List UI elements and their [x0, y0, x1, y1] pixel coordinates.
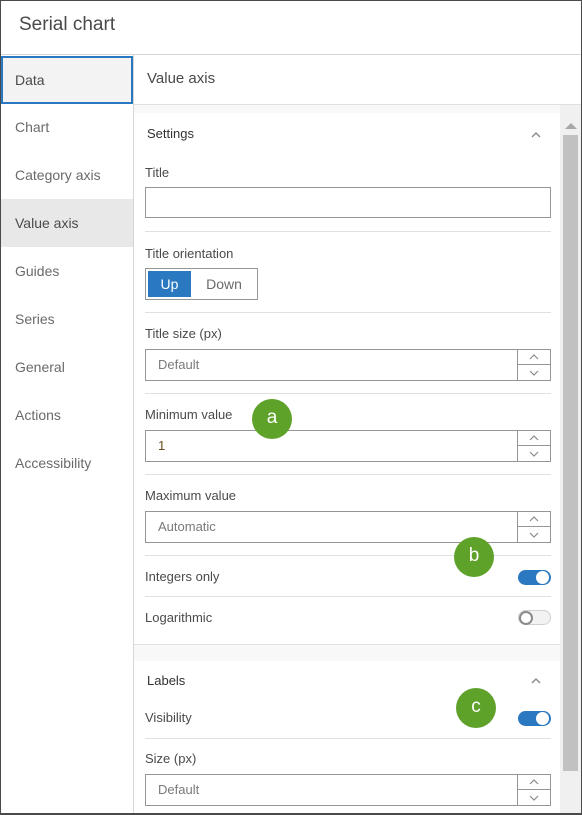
divider	[145, 312, 551, 313]
orientation-down-button[interactable]: Down	[193, 271, 255, 297]
scrollbar-thumb[interactable]	[563, 135, 578, 771]
vertical-scrollbar[interactable]	[560, 105, 581, 813]
logarithmic-label: Logarithmic	[145, 610, 213, 625]
sidebar-item-series[interactable]: Series	[1, 295, 133, 343]
label-size-spinner	[517, 775, 550, 805]
sidebar-item-general[interactable]: General	[1, 343, 133, 391]
minimum-value-input[interactable]: 1	[145, 430, 551, 462]
maximum-value-label: Maximum value	[145, 488, 237, 503]
logarithmic-toggle[interactable]	[518, 610, 551, 625]
sidebar-item-value-axis[interactable]: Value axis	[1, 199, 133, 247]
divider	[145, 738, 551, 739]
label-size-placeholder: Default	[158, 782, 200, 797]
main-panel: Value axis Settings Title Title orientat…	[134, 55, 581, 813]
decrement-button[interactable]	[518, 790, 550, 805]
title-orientation-segmented-control: Up Down	[145, 268, 258, 300]
divider	[145, 474, 551, 475]
sidebar-item-actions[interactable]: Actions	[1, 391, 133, 439]
chevron-up-icon[interactable]	[530, 676, 542, 686]
settings-section-title: Settings	[147, 126, 194, 141]
chevron-down-icon	[529, 532, 539, 538]
callout-badge-b: b	[454, 537, 494, 577]
decrement-button[interactable]	[518, 446, 550, 461]
callout-badge-a: a	[252, 399, 292, 439]
sidebar-item-chart[interactable]: Chart	[1, 103, 133, 151]
sidebar-nav: Data Chart Category axis Value axis Guid…	[1, 55, 134, 813]
minimum-value-label: Minimum value	[145, 407, 233, 422]
minimum-value-spinner	[517, 431, 550, 461]
labels-section: Labels Visibility Size (px) Default	[134, 661, 560, 813]
settings-section: Settings Title Title orientation Up Down…	[134, 113, 560, 645]
sidebar-item-data[interactable]: Data	[1, 56, 133, 104]
chevron-up-icon	[529, 435, 539, 441]
decrement-button[interactable]	[518, 365, 550, 380]
integers-only-toggle[interactable]	[518, 570, 551, 585]
maximum-value-spinner	[517, 512, 550, 542]
chevron-up-icon	[529, 354, 539, 360]
dialog-header: Serial chart	[1, 1, 581, 55]
panel-title: Value axis	[147, 70, 216, 87]
title-size-spinner	[517, 350, 550, 380]
orientation-up-button[interactable]: Up	[148, 271, 191, 297]
toggle-knob	[536, 712, 549, 725]
title-size-input[interactable]: Default	[145, 349, 551, 381]
chevron-down-icon	[529, 451, 539, 457]
toggle-knob	[536, 571, 549, 584]
divider	[145, 393, 551, 394]
labels-section-title: Labels	[147, 673, 186, 688]
decrement-button[interactable]	[518, 527, 550, 542]
minimum-value-text: 1	[158, 438, 166, 453]
title-orientation-label: Title orientation	[145, 246, 234, 261]
callout-badge-c: c	[456, 688, 496, 728]
sidebar-item-guides[interactable]: Guides	[1, 247, 133, 295]
divider	[145, 231, 551, 232]
title-size-placeholder: Default	[158, 357, 200, 372]
maximum-value-input[interactable]: Automatic	[145, 511, 551, 543]
increment-button[interactable]	[518, 350, 550, 365]
chevron-down-icon	[529, 795, 539, 801]
label-size-input[interactable]: Default	[145, 774, 551, 806]
integers-only-label: Integers only	[145, 569, 220, 584]
maximum-value-placeholder: Automatic	[158, 519, 216, 534]
labels-visibility-toggle[interactable]	[518, 711, 551, 726]
scroll-up-arrow-icon[interactable]	[565, 123, 577, 129]
chevron-down-icon	[529, 370, 539, 376]
title-label: Title	[145, 165, 170, 180]
visibility-label: Visibility	[145, 710, 192, 725]
increment-button[interactable]	[518, 512, 550, 527]
chevron-up-icon	[529, 779, 539, 785]
label-size-label: Size (px)	[145, 751, 197, 766]
sidebar-item-category-axis[interactable]: Category axis	[1, 151, 133, 199]
increment-button[interactable]	[518, 431, 550, 446]
dialog-title: Serial chart	[19, 14, 116, 35]
title-input[interactable]	[145, 187, 551, 218]
increment-button[interactable]	[518, 775, 550, 790]
serial-chart-dialog: Serial chart Data Chart Category axis Va…	[0, 0, 582, 815]
title-size-label: Title size (px)	[145, 326, 222, 341]
chevron-up-icon[interactable]	[530, 130, 542, 140]
settings-scroll-area: Settings Title Title orientation Up Down…	[134, 105, 581, 813]
chevron-up-icon	[529, 516, 539, 522]
sidebar-item-accessibility[interactable]: Accessibility	[1, 439, 133, 487]
panel-header: Value axis	[134, 55, 581, 105]
toggle-knob	[519, 611, 533, 625]
divider	[145, 596, 551, 597]
